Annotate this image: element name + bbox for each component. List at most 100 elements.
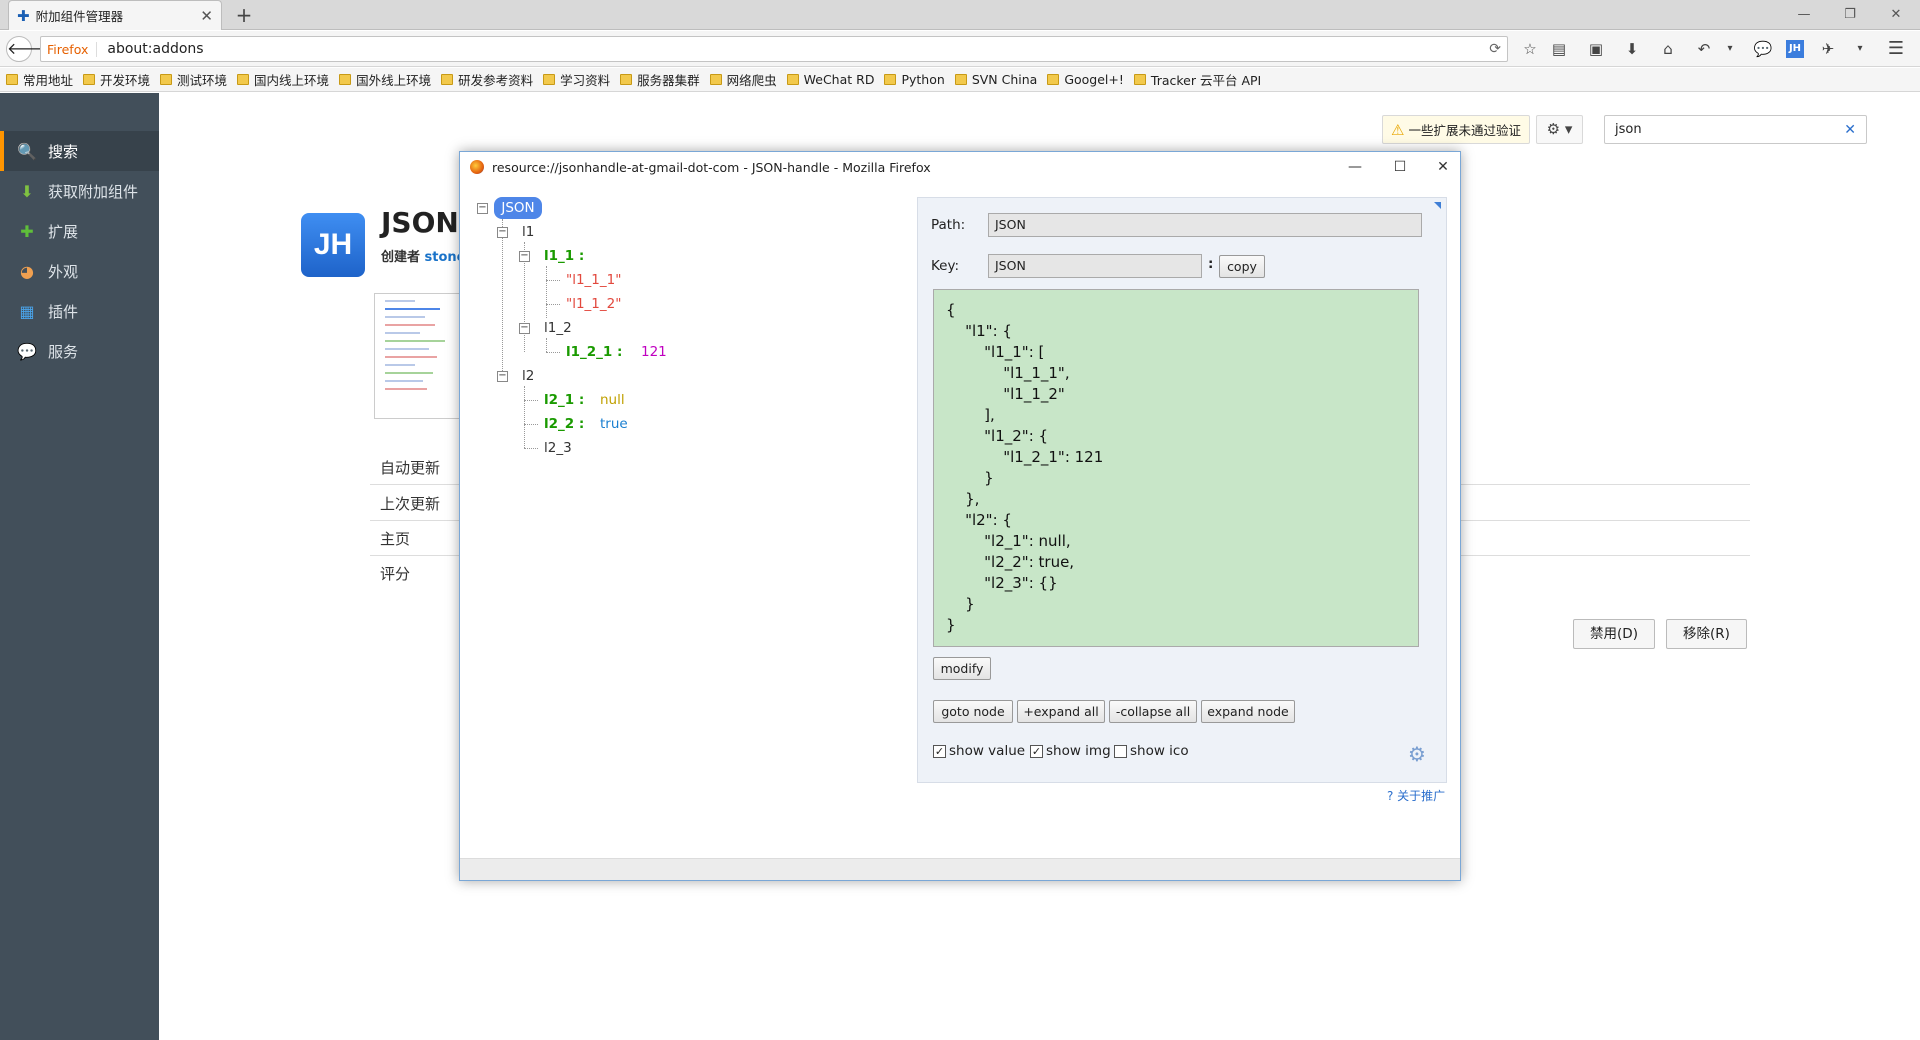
bookmark-folder[interactable]: 常用地址 bbox=[6, 70, 73, 89]
settings-gear-icon[interactable]: ⚙ bbox=[1408, 742, 1426, 766]
tree-node-l1_1_2[interactable]: "l1_1_2" bbox=[566, 296, 621, 312]
bookmark-star-icon[interactable]: ☆ bbox=[1518, 39, 1542, 59]
clear-search-icon[interactable]: ✕ bbox=[1844, 122, 1856, 138]
collapse-toggle[interactable]: − bbox=[477, 203, 488, 214]
tree-node-l1_2_1[interactable]: l1_2_1 : bbox=[566, 344, 622, 360]
tree-node-l1[interactable]: l1 bbox=[522, 224, 534, 240]
extension-icon[interactable]: ✈ bbox=[1816, 39, 1840, 59]
sidebar-item-get-addons[interactable]: ⬇ 获取附加组件 bbox=[0, 171, 159, 211]
about-promotion-link[interactable]: ? 关于推广 bbox=[1387, 787, 1445, 804]
bookmark-folder[interactable]: Tracker 云平台 API bbox=[1133, 70, 1261, 89]
bookmark-folder[interactable]: 服务器集群 bbox=[620, 70, 700, 89]
bookmark-folder[interactable]: 网络爬虫 bbox=[709, 70, 777, 89]
sidebar-item-search[interactable]: 🔍 搜索 bbox=[0, 131, 159, 171]
collapse-toggle[interactable]: − bbox=[519, 251, 530, 262]
bookmark-folder[interactable]: SVN China bbox=[954, 72, 1037, 87]
jsonhandle-popup-window: resource://jsonhandle-at-gmail-dot-com -… bbox=[459, 151, 1461, 881]
disable-button[interactable]: 禁用(D) bbox=[1573, 619, 1655, 649]
checkbox-checked-icon[interactable]: ✓ bbox=[1030, 744, 1043, 758]
tab-title: 附加组件管理器 bbox=[35, 9, 124, 24]
json-textarea[interactable]: { "l1": { "l1_1": [ "l1_1_1", "l1_1_2" ]… bbox=[933, 289, 1419, 647]
modify-button[interactable]: modify bbox=[933, 657, 991, 680]
bookmark-folder[interactable]: Googel+! bbox=[1047, 72, 1124, 87]
unverified-warning-badge[interactable]: ⚠ 一些扩展未通过验证 bbox=[1382, 115, 1530, 144]
minimize-button[interactable]: — bbox=[1790, 4, 1818, 26]
close-tab-icon[interactable]: ✕ bbox=[200, 7, 213, 25]
chat-icon[interactable]: 💬 bbox=[1751, 39, 1775, 59]
folder-icon bbox=[6, 74, 18, 85]
collapse-toggle[interactable]: − bbox=[497, 227, 508, 238]
folder-icon bbox=[786, 74, 799, 85]
popup-close-button[interactable]: ✕ bbox=[1428, 156, 1458, 178]
bookmark-folder[interactable]: 国内线上环境 bbox=[237, 70, 329, 89]
tree-node-l1_1_1[interactable]: "l1_1_1" bbox=[566, 272, 621, 288]
url-bar[interactable]: Firefox about:addons ⟳ bbox=[40, 36, 1508, 62]
tree-node-l2[interactable]: l2 bbox=[522, 368, 534, 384]
bookmarks-list-icon[interactable]: ▤ bbox=[1547, 39, 1571, 59]
bookmark-folder[interactable]: 测试环境 bbox=[160, 70, 227, 89]
addon-logo: JH bbox=[301, 213, 365, 277]
show-img-checkbox[interactable]: ✓ show img bbox=[1030, 743, 1111, 759]
firefox-identity-badge[interactable]: Firefox bbox=[47, 41, 98, 57]
jsonhandle-toolbar-icon[interactable]: JH bbox=[1786, 40, 1804, 58]
show-ico-checkbox[interactable]: show ico bbox=[1114, 743, 1189, 759]
bookmark-folder[interactable]: 国外线上环境 bbox=[339, 70, 431, 89]
sidebar-item-label: 外观 bbox=[48, 262, 79, 281]
copy-button[interactable]: copy bbox=[1219, 255, 1265, 278]
tree-node-l1_2[interactable]: l1_2 bbox=[544, 320, 572, 336]
history-back-icon[interactable]: ↶ bbox=[1692, 39, 1716, 59]
chevron-down-icon[interactable]: ▾ bbox=[1848, 39, 1872, 59]
tree-node-root[interactable]: JSON bbox=[494, 197, 542, 219]
folder-icon bbox=[620, 74, 633, 85]
close-window-button[interactable]: ✕ bbox=[1882, 4, 1910, 26]
tools-gear-menu-button[interactable]: ⚙ ▾ bbox=[1536, 115, 1583, 144]
bookmark-folder[interactable]: 开发环境 bbox=[83, 70, 150, 89]
json-tree: − JSON − l1 − l1_1 : "l1_1_1" "l1_1_2" −… bbox=[460, 152, 900, 852]
download-icon[interactable]: ⬇ bbox=[1620, 39, 1644, 59]
tree-node-l2_1[interactable]: l2_1 : bbox=[544, 392, 584, 408]
sidebar-item-label: 服务 bbox=[48, 342, 79, 361]
tab-addons-manager[interactable]: ✚ 附加组件管理器 ✕ bbox=[8, 0, 222, 30]
new-tab-button[interactable]: + bbox=[232, 2, 256, 28]
sidebar-item-plugins[interactable]: ▦ 插件 bbox=[0, 291, 159, 331]
chevron-down-icon[interactable]: ▾ bbox=[1718, 39, 1742, 59]
sidebar-item-services[interactable]: 💬 服务 bbox=[0, 331, 159, 371]
restore-button[interactable]: ❐ bbox=[1836, 4, 1864, 26]
expand-all-button[interactable]: +expand all bbox=[1017, 700, 1105, 723]
show-value-checkbox[interactable]: ✓ show value bbox=[933, 743, 1025, 759]
checkbox-checked-icon[interactable]: ✓ bbox=[933, 744, 946, 758]
goto-node-button[interactable]: goto node bbox=[933, 700, 1013, 723]
reload-icon[interactable]: ⟳ bbox=[1489, 41, 1501, 57]
url-text[interactable]: about:addons bbox=[107, 41, 1489, 57]
tree-node-l2_2[interactable]: l2_2 : bbox=[544, 416, 584, 432]
menu-icon[interactable]: ☰ bbox=[1884, 39, 1908, 59]
bookmark-folder[interactable]: WeChat RD bbox=[786, 72, 874, 87]
folder-icon bbox=[709, 74, 722, 85]
bookmark-folder[interactable]: 研发参考资料 bbox=[441, 70, 533, 89]
expand-node-button[interactable]: expand node bbox=[1201, 700, 1295, 723]
collapse-toggle[interactable]: − bbox=[519, 323, 530, 334]
key-field[interactable]: JSON bbox=[988, 254, 1202, 278]
sidebar-item-extensions[interactable]: ✚ 扩展 bbox=[0, 211, 159, 251]
sidebar-item-appearance[interactable]: ◕ 外观 bbox=[0, 251, 159, 291]
search-query[interactable]: json bbox=[1615, 122, 1844, 137]
folder-icon bbox=[884, 74, 897, 85]
addon-search-input[interactable]: json ✕ bbox=[1604, 115, 1867, 144]
panel-corner-toggle-icon[interactable] bbox=[1434, 202, 1441, 209]
remove-button[interactable]: 移除(R) bbox=[1666, 619, 1747, 649]
home-icon[interactable]: ⌂ bbox=[1656, 39, 1680, 59]
bookmark-folder[interactable]: 学习资料 bbox=[543, 70, 610, 89]
tree-node-l1_1[interactable]: l1_1 : bbox=[544, 248, 584, 264]
tree-node-l2_3[interactable]: l2_3 bbox=[544, 440, 572, 456]
back-button[interactable]: 🡐 bbox=[6, 36, 50, 62]
sidebar-toggle-icon[interactable]: ▣ bbox=[1584, 39, 1608, 59]
bookmark-folder[interactable]: Python bbox=[884, 72, 945, 87]
addon-screenshot-thumbnail[interactable] bbox=[374, 293, 464, 419]
checkbox-unchecked-icon[interactable] bbox=[1114, 744, 1127, 758]
popup-minimize-button[interactable]: — bbox=[1340, 156, 1370, 178]
popup-maximize-button[interactable]: ☐ bbox=[1385, 156, 1415, 178]
path-field[interactable]: JSON bbox=[988, 213, 1422, 237]
collapse-toggle[interactable]: − bbox=[497, 371, 508, 382]
collapse-all-button[interactable]: -collapse all bbox=[1109, 700, 1197, 723]
sidebar-item-label: 搜索 bbox=[48, 142, 79, 161]
